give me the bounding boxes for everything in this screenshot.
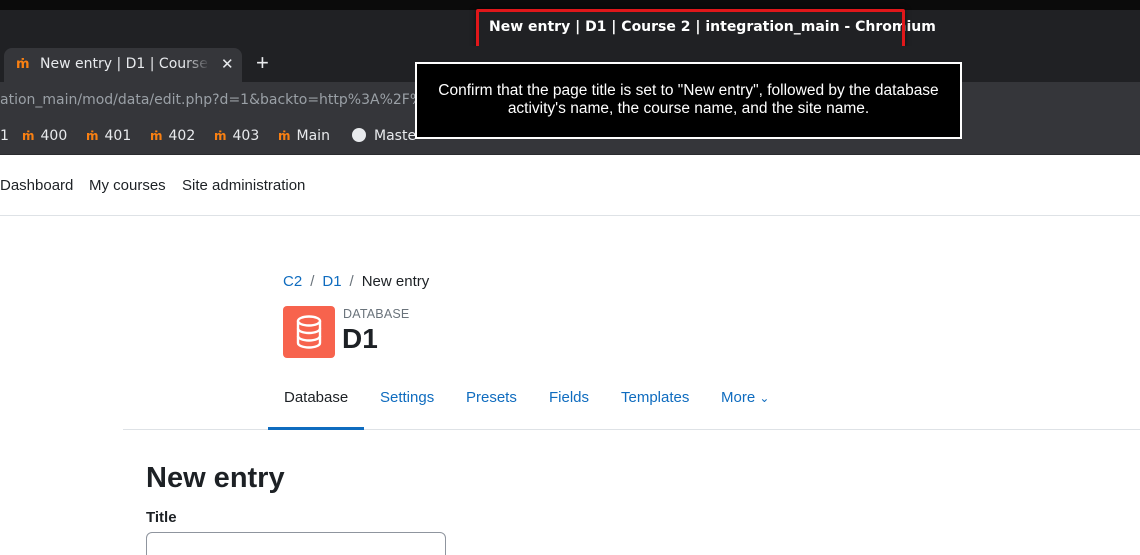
moodle-favicon-icon: ṁ: [150, 129, 163, 143]
bookmark-item[interactable]: ṁ 403: [214, 128, 259, 144]
more-label: More: [721, 389, 756, 406]
url-text[interactable]: ation_main/mod/data/edit.php?d=1&backto=…: [0, 92, 460, 108]
moodle-favicon-icon: ṁ: [278, 129, 291, 143]
title-field-label: Title: [146, 509, 177, 526]
tab-title: New entry | D1 | Course 2 | integration_…: [40, 56, 210, 72]
nav-site-administration[interactable]: Site administration: [182, 177, 305, 194]
active-tab-indicator: [268, 427, 364, 430]
breadcrumb-current: New entry: [361, 273, 430, 290]
nav-my-courses[interactable]: My courses: [89, 177, 166, 194]
activity-name: D1: [342, 323, 378, 354]
bookmark-item[interactable]: ṁ Main: [278, 128, 330, 144]
breadcrumb-separator: /: [349, 273, 354, 290]
database-icon-glyph: [296, 315, 322, 349]
moodle-favicon-icon: ṁ: [86, 129, 99, 143]
bookmark-item[interactable]: ṁ 401: [86, 128, 131, 144]
tab-presets[interactable]: Presets: [466, 389, 517, 406]
tab-database[interactable]: Database: [284, 389, 348, 406]
globe-icon: [352, 128, 366, 142]
bookmark-item[interactable]: 1: [0, 128, 9, 144]
activity-type-label: DATABASE: [343, 307, 410, 321]
chevron-down-icon: ⌄: [759, 391, 770, 405]
bookmark-item[interactable]: Maste: [352, 128, 416, 144]
breadcrumb-activity[interactable]: D1: [322, 273, 341, 290]
title-highlight-box: [476, 9, 905, 51]
browser-tab-active[interactable]: ṁ New entry | D1 | Course 2 | integratio…: [4, 48, 242, 82]
database-icon: [283, 306, 335, 358]
tab-settings[interactable]: Settings: [380, 389, 434, 406]
tab-fields[interactable]: Fields: [549, 389, 589, 406]
instruction-tooltip: Confirm that the page title is set to "N…: [415, 62, 962, 139]
moodle-favicon-icon: ṁ: [16, 57, 30, 72]
nav-dashboard[interactable]: Dashboard: [0, 177, 73, 194]
page-title: New entry: [146, 462, 285, 494]
breadcrumb: C2 / D1 / New entry: [283, 273, 429, 290]
new-tab-button[interactable]: +: [256, 50, 269, 76]
moodle-favicon-icon: ṁ: [214, 129, 227, 143]
breadcrumb-course[interactable]: C2: [283, 273, 302, 290]
bookmark-item[interactable]: ṁ 400: [22, 128, 67, 144]
secondary-navigation: Database Settings Presets Fields Templat…: [123, 378, 1140, 430]
breadcrumb-separator: /: [310, 273, 315, 290]
bookmark-item[interactable]: ṁ 402: [150, 128, 195, 144]
primary-navigation: Dashboard My courses Site administration: [0, 155, 1140, 216]
moodle-favicon-icon: ṁ: [22, 129, 35, 143]
tab-templates[interactable]: Templates: [621, 389, 689, 406]
close-icon[interactable]: ✕: [221, 55, 234, 73]
tab-more[interactable]: More ⌄: [721, 389, 769, 406]
title-field[interactable]: [146, 532, 446, 555]
